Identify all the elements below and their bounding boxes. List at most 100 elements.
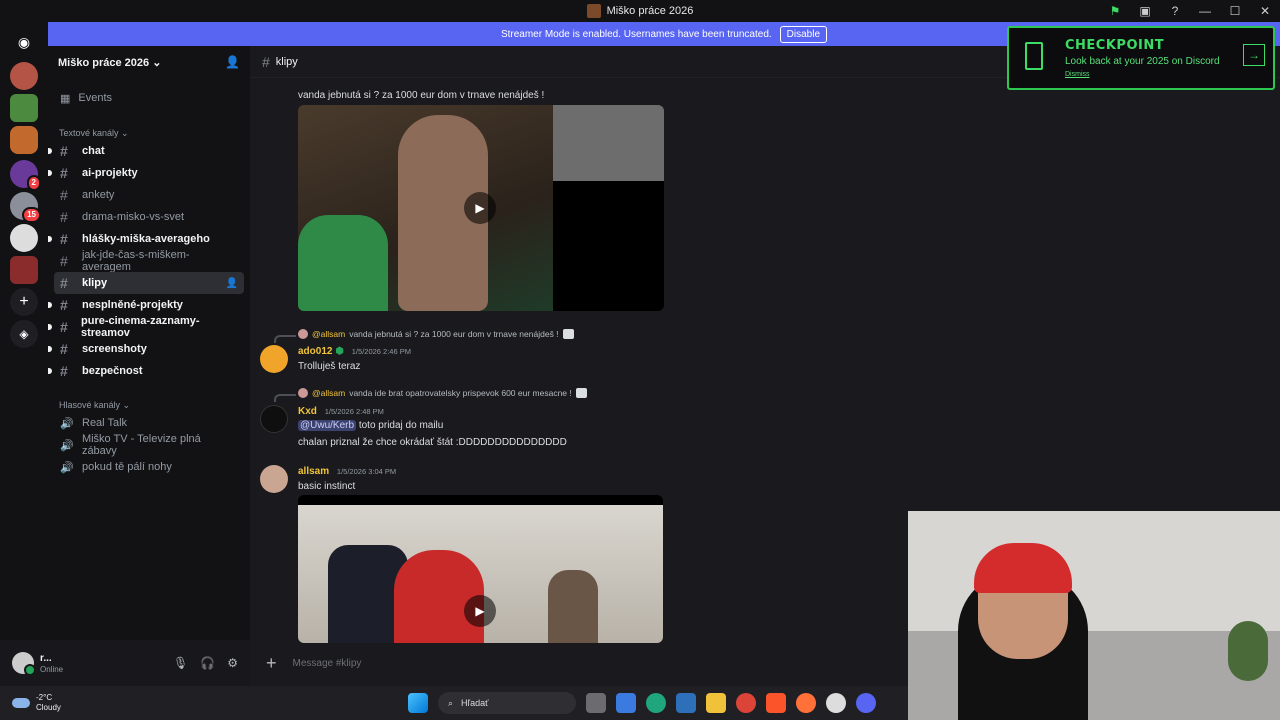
channel-item[interactable]: # drama-misko-vs-svet (54, 206, 244, 228)
add-server-icon[interactable]: + (10, 288, 38, 316)
voice-channel-item[interactable]: 🔊 pokud tě pálí nohy (54, 456, 244, 478)
user-mention[interactable]: @Uwu/Kerb (298, 420, 357, 431)
github-icon[interactable] (826, 693, 846, 713)
weather-condition: Cloudy (36, 703, 61, 712)
checkpoint-title: CHECKPOINT (1065, 38, 1165, 53)
server-icon[interactable] (10, 256, 38, 284)
server-icon[interactable] (10, 224, 38, 252)
reply-preview[interactable]: @allsam vanda jebnutá si ? za 1000 eur d… (298, 329, 574, 339)
explore-icon[interactable]: ◈ (10, 320, 38, 348)
store-icon[interactable] (616, 693, 636, 713)
reply-avatar (298, 329, 308, 339)
maximize-button[interactable]: ☐ (1228, 4, 1242, 18)
reply-author: @allsam (312, 388, 346, 398)
banner-text: Streamer Mode is enabled. Usernames have… (500, 28, 772, 40)
window-titlebar: Miško práce 2026 ⚑ ▣ ? — ☐ ✕ (0, 0, 1280, 22)
message-header: Kxd 1/5/2026 2:48 PM (298, 406, 384, 417)
channel-name: pure-cinema-zaznamy-streamov (81, 315, 200, 339)
play-icon[interactable]: ▶ (464, 595, 496, 627)
events-item[interactable]: ▦ Events (48, 86, 250, 110)
channel-name: Miško TV - Televize plná zábavy (81, 433, 201, 457)
add-attachment-icon[interactable]: + (266, 653, 277, 674)
hash-icon: # (262, 53, 270, 70)
guild-header[interactable]: Miško práce 2026 ⌄ 👤 (48, 46, 250, 78)
badge-icon: ⬢ (335, 346, 344, 357)
headphones-icon[interactable]: 🎧 (200, 656, 215, 670)
search-label: Hľadať (461, 698, 489, 708)
server-list: ◉ 2 15 + ◈ (0, 22, 48, 686)
avatar[interactable] (260, 345, 288, 373)
brave-icon[interactable] (766, 693, 786, 713)
hash-icon: # (60, 231, 68, 247)
avatar[interactable] (260, 465, 288, 493)
minimize-button[interactable]: — (1198, 4, 1212, 18)
discord-icon[interactable] (856, 693, 876, 713)
edge-icon[interactable] (646, 693, 666, 713)
channel-item[interactable]: # ankety (54, 184, 244, 206)
category-voice-channels[interactable]: Hlasové kanály ⌄ (48, 398, 250, 412)
firefox-icon[interactable] (796, 693, 816, 713)
message-text: @Uwu/Kerb toto pridaj do mailu (298, 420, 444, 431)
speaker-icon: 🔊 (60, 461, 74, 474)
help-icon[interactable]: ? (1168, 4, 1182, 18)
server-icon[interactable]: 2 (10, 160, 41, 191)
discord-home-icon[interactable]: ◉ (10, 28, 38, 56)
chrome-icon[interactable] (736, 693, 756, 713)
flag-icon[interactable]: ⚑ (1108, 4, 1122, 18)
windows-start-icon[interactable] (408, 693, 428, 713)
channel-item[interactable]: # klipy 👤 (54, 272, 244, 294)
image-icon (562, 329, 574, 339)
channel-name: nesplněné-projekty (82, 299, 183, 311)
voice-channel-item[interactable]: 🔊 Miško TV - Televize plná zábavy (54, 433, 244, 457)
channel-item[interactable]: # jak-jde-čas-s-miškem-averagem (54, 249, 244, 273)
photos-icon[interactable] (676, 693, 696, 713)
disable-button[interactable]: Disable (779, 25, 828, 43)
reply-preview[interactable]: @allsam vanda ide brat opatrovatelsky pr… (298, 388, 587, 398)
message-text: vanda jebnutá si ? za 1000 eur dom v trn… (298, 90, 545, 101)
server-icon[interactable] (10, 94, 38, 122)
checkpoint-notice[interactable]: CHECKPOINT Look back at your 2025 on Dis… (1007, 26, 1275, 90)
channel-item[interactable]: # ai-projekty (48, 162, 244, 184)
task-view-icon[interactable] (586, 693, 606, 713)
server-icon-active[interactable] (10, 126, 38, 154)
server-icon[interactable]: 15 (10, 192, 41, 223)
channel-name: hlášky-miška-averageho (82, 233, 210, 245)
arrow-right-icon[interactable]: → (1243, 44, 1265, 66)
channel-item[interactable]: # hlášky-miška-averageho (48, 228, 244, 250)
channel-name: bezpečnost (82, 365, 143, 377)
dismiss-link[interactable]: Dismiss (1065, 71, 1090, 78)
message-author[interactable]: allsam (298, 466, 329, 477)
avatar[interactable] (260, 405, 288, 433)
channel-item[interactable]: # nesplněné-projekty (48, 294, 244, 316)
channel-sidebar: Miško práce 2026 ⌄ 👤 ▦ Events Textové ka… (48, 46, 250, 640)
weather-widget[interactable]: -2°C Cloudy (0, 693, 61, 713)
voice-channel-item[interactable]: 🔊 Real Talk (54, 412, 244, 434)
invite-icon[interactable]: 👤 (225, 55, 240, 69)
channel-name: ankety (82, 189, 115, 201)
microphone-icon[interactable]: 🎙 (173, 656, 188, 670)
hash-icon: # (60, 275, 68, 291)
search-input[interactable]: ⌕ Hľadať (438, 692, 576, 714)
inbox-icon[interactable]: ▣ (1138, 4, 1152, 18)
message-author[interactable]: ado012 (298, 346, 332, 357)
close-button[interactable]: ✕ (1258, 4, 1272, 18)
channel-item[interactable]: # pure-cinema-zaznamy-streamov (48, 315, 244, 339)
reply-text: vanda jebnutá si ? za 1000 eur dom v trn… (349, 329, 559, 339)
file-explorer-icon[interactable] (706, 693, 726, 713)
category-text-channels[interactable]: Textové kanály ⌄ (48, 126, 250, 140)
channel-name: pokud tě pálí nohy (82, 461, 172, 473)
channel-item[interactable]: # screenshoty (48, 338, 244, 360)
channel-item[interactable]: # bezpečnost (48, 360, 244, 382)
video-attachment[interactable]: ▶ (298, 105, 664, 311)
invite-icon[interactable]: 👤 (226, 278, 238, 289)
server-icon[interactable] (10, 62, 38, 90)
image-icon (575, 388, 587, 398)
channel-name: jak-jde-čas-s-miškem-averagem (81, 249, 190, 273)
message-author[interactable]: Kxd (298, 406, 317, 417)
taskbar: -2°C Cloudy ⌕ Hľadať (0, 686, 908, 720)
gear-icon[interactable]: ⚙ (227, 656, 238, 670)
avatar[interactable] (12, 652, 36, 676)
channel-item[interactable]: # chat (48, 140, 244, 162)
play-icon[interactable]: ▶ (464, 192, 496, 224)
video-attachment[interactable]: ▶ (298, 495, 663, 643)
